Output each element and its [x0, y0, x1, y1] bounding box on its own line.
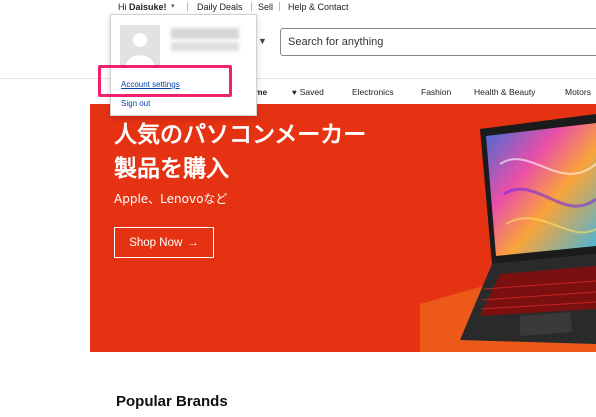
nav-item-fashion[interactable]: Fashion	[421, 87, 451, 97]
sell-link[interactable]: Sell	[258, 2, 273, 12]
top-nav: Hi Daisuke! ▾ Daily Deals Sell Help & Co…	[0, 0, 596, 14]
account-settings-link[interactable]: Account settings	[121, 80, 180, 89]
blurred-user-name	[171, 28, 239, 39]
popular-brands-heading: Popular Brands	[116, 393, 228, 410]
category-dropdown-chevron-icon[interactable]: ▼	[258, 36, 267, 46]
divider	[251, 2, 252, 11]
chevron-down-icon[interactable]: ▾	[171, 2, 175, 10]
divider	[279, 2, 280, 11]
nav-item-health-beauty[interactable]: Health & Beauty	[474, 87, 535, 97]
shop-now-button[interactable]: Shop Now →	[114, 227, 214, 258]
help-contact-link[interactable]: Help & Contact	[288, 2, 349, 12]
laptop-image	[420, 114, 596, 352]
sign-out-link[interactable]: Sign out	[121, 99, 150, 108]
hero-subtitle: Apple、Lenovoなど	[114, 192, 228, 206]
category-nav: me ♥ Saved Electronics Fashion Health & B…	[0, 86, 596, 100]
blurred-user-detail	[171, 42, 239, 51]
arrow-right-icon: →	[187, 236, 199, 249]
nav-item-saved[interactable]: ♥ Saved	[292, 87, 324, 97]
nav-item-saved-label: Saved	[299, 87, 324, 97]
avatar	[120, 25, 160, 65]
search-input[interactable]	[281, 29, 596, 55]
heart-icon: ♥	[292, 88, 297, 97]
user-silhouette-icon	[120, 25, 160, 65]
search-box[interactable]	[280, 28, 596, 56]
nav-item-electronics[interactable]: Electronics	[352, 87, 394, 97]
hero-title: 人気のパソコンメーカー製品を購入	[114, 122, 367, 182]
divider	[187, 2, 188, 11]
user-greeting[interactable]: Hi Daisuke!	[118, 2, 167, 12]
account-dropdown: Account settings Sign out	[110, 14, 257, 116]
daily-deals-link[interactable]: Daily Deals	[197, 2, 243, 12]
hero-banner[interactable]: 人気のパソコンメーカー製品を購入 Apple、Lenovoなど Shop Now…	[90, 104, 596, 352]
shop-now-label: Shop Now	[129, 236, 183, 249]
nav-item-motors[interactable]: Motors	[565, 87, 591, 97]
header-divider	[0, 78, 596, 79]
